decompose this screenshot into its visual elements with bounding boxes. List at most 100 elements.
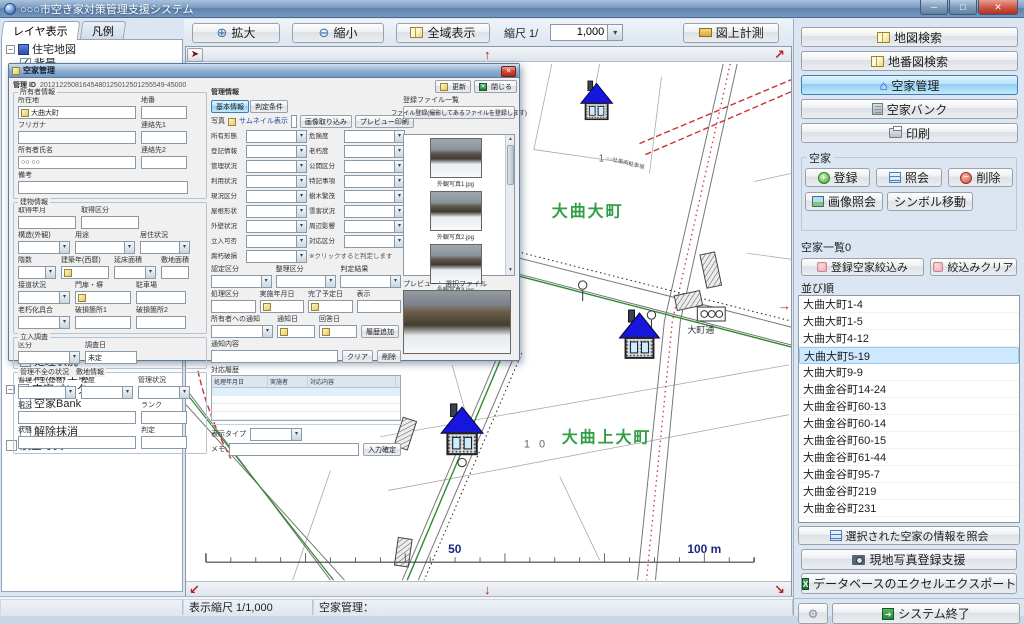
nav-空家バンク[interactable]: 空家バンク [801, 99, 1018, 119]
history-row[interactable] [212, 404, 400, 412]
dropdown-arrow-icon[interactable]: ▾ [296, 130, 307, 143]
field-input-建築年(西暦)[interactable] [61, 266, 109, 279]
field-select-区分[interactable]: ▾ [18, 351, 80, 364]
notice-body-input[interactable] [211, 350, 338, 363]
photo-preview[interactable] [403, 290, 511, 354]
zoom-in-button[interactable]: ⊕拡大 [192, 23, 280, 43]
pan-sw-arrow[interactable]: ↙ [189, 583, 200, 596]
pan-ne-arrow[interactable]: ↗ [774, 48, 785, 61]
dropdown-arrow-icon[interactable]: ▾ [296, 175, 307, 188]
notice-select[interactable]: ▾ [211, 325, 273, 338]
field-select-雪害状況[interactable]: ▾ [344, 205, 405, 218]
tab-レイヤ表示[interactable]: レイヤ表示 [1, 21, 80, 40]
dropdown-arrow-icon[interactable]: ▾ [296, 190, 307, 203]
thumbnail-link[interactable]: サムネイル表示 [239, 117, 288, 126]
list-item[interactable]: 大曲金谷町95-7 [799, 466, 1019, 483]
photo-support-button[interactable]: 現地写真登録支援 [801, 549, 1017, 570]
field-input-敷地面積[interactable] [161, 266, 189, 279]
update-button[interactable]: 更新 [435, 80, 471, 93]
photo-scrollbar[interactable]: ▲▼ [505, 135, 514, 275]
tree-item-住宅地図[interactable]: −住宅地図 [2, 42, 182, 56]
dropdown-arrow-icon[interactable]: ▾ [296, 235, 307, 248]
dialog-tab-基本情報[interactable]: 基本情報 [211, 100, 249, 113]
list-item[interactable]: 大曲金谷町14-24 [799, 381, 1019, 398]
list-item[interactable]: 大曲金谷町219 [799, 483, 1019, 500]
history-table[interactable]: 処理年月日実施者対応内容 [211, 375, 401, 421]
excel-export-button[interactable]: Xデータベースのエクセルエクスポート [801, 573, 1017, 594]
field-input-所在地[interactable]: 大曲大町 [18, 106, 136, 119]
field-input-実施年月日[interactable] [260, 300, 305, 313]
history-add-button[interactable]: 履歴追加 [361, 325, 399, 338]
dropdown-arrow-icon[interactable]: ▾ [45, 266, 56, 279]
field-input-門扉・塀[interactable] [75, 291, 131, 304]
photo-thumbnail[interactable] [430, 191, 482, 231]
photo-thumbnail[interactable] [430, 138, 482, 178]
field-select-判定結果[interactable]: ▾ [340, 275, 401, 288]
history-row[interactable] [212, 412, 400, 420]
field-select-老朽度[interactable]: ▾ [344, 145, 405, 158]
field-select-対応区分[interactable]: ▾ [344, 235, 405, 248]
pan-up-arrow[interactable]: ↑ [484, 48, 491, 61]
field-input-地番[interactable] [141, 106, 187, 119]
field-input-状態[interactable] [18, 436, 136, 449]
settings-button[interactable]: ⚙ [798, 603, 828, 624]
field-select-用途[interactable]: ▾ [75, 241, 135, 254]
field-select-所有形態[interactable]: ▾ [246, 130, 307, 143]
action-登録[interactable]: +登録 [805, 168, 870, 187]
field-select-周辺影響[interactable]: ▾ [344, 220, 405, 233]
field-select-整理区分[interactable]: ▾ [276, 275, 337, 288]
action-シンボル移動[interactable]: シンボル移動 [887, 192, 973, 211]
measure-button[interactable]: 図上計測 [683, 23, 779, 43]
scroll-up-icon[interactable]: ▲ [506, 135, 515, 144]
field-select-利用状況[interactable]: ▾ [246, 175, 307, 188]
list-item[interactable]: 大曲大町9-9 [799, 364, 1019, 381]
field-select-特記事項[interactable]: ▾ [344, 175, 405, 188]
select-tool-button[interactable]: ➤ [187, 48, 203, 62]
reply-date-input[interactable] [319, 325, 357, 338]
memo-confirm-button[interactable]: 入力確定 [363, 443, 401, 456]
full-extent-button[interactable]: 全域表示 [396, 23, 490, 43]
dropdown-arrow-icon[interactable]: ▾ [296, 220, 307, 233]
exit-button[interactable]: ➔システム終了 [832, 603, 1020, 624]
pan-down-arrow[interactable]: ↓ [484, 583, 491, 596]
list-item[interactable]: 大曲大町5-19 [799, 347, 1019, 364]
field-select-階数[interactable]: ▾ [18, 266, 56, 279]
action-照会[interactable]: 照会 [876, 168, 941, 187]
dropdown-arrow-icon[interactable]: ▾ [124, 241, 135, 254]
list-item[interactable]: 大曲大町1-5 [799, 313, 1019, 330]
photo-import-button[interactable]: 画像取り込み [300, 115, 352, 128]
file-register-button[interactable]: ファイル登録(撮影してあるファイルを登録します) [403, 106, 515, 119]
field-input-取得年月[interactable] [18, 216, 76, 229]
dropdown-arrow-icon[interactable]: ▾ [59, 241, 70, 254]
field-select-屋根形状[interactable]: ▾ [246, 205, 307, 218]
dialog-close-button[interactable]: ✕ [501, 66, 516, 77]
dropdown-arrow-icon[interactable]: ▾ [296, 145, 307, 158]
zoom-out-button[interactable]: ⊖縮小 [292, 23, 384, 43]
clear-button[interactable]: クリア [342, 350, 373, 363]
list-item[interactable]: 大曲大町1-4 [799, 296, 1019, 313]
dropdown-arrow-icon[interactable]: ▾ [59, 291, 70, 304]
tree-expander-icon[interactable]: − [6, 45, 15, 54]
filter-clear-button[interactable]: 絞込みクリア [930, 258, 1017, 276]
nav-印刷[interactable]: 印刷 [801, 123, 1018, 143]
field-input-現況[interactable] [18, 411, 136, 424]
field-input-取得区分[interactable] [81, 216, 139, 229]
memo-type-select[interactable]: ▾ [250, 428, 302, 441]
scale-combo[interactable]: 1,000 ▾ [550, 24, 623, 41]
list-item[interactable]: 大曲大町4-12 [799, 330, 1019, 347]
field-input-連絡先2[interactable] [141, 156, 187, 169]
field-input-連絡先1[interactable] [141, 131, 187, 144]
field-input-破損箇所1[interactable] [75, 316, 131, 329]
dropdown-arrow-icon[interactable]: ▾ [261, 275, 272, 288]
nav-地番図検索[interactable]: 地番図検索 [801, 51, 1018, 71]
minimize-button[interactable]: ─ [920, 0, 948, 15]
field-select-樹木繁茂[interactable]: ▾ [344, 190, 405, 203]
close-button[interactable]: ✕ [978, 0, 1018, 15]
field-select-腐朽破損[interactable]: ▾ [246, 250, 307, 263]
field-select-管理状況[interactable]: ▾ [138, 386, 190, 399]
photo-thumbnail[interactable] [430, 244, 482, 284]
dialog-tab-判定条件[interactable]: 判定条件 [250, 100, 288, 113]
field-input-ランク[interactable] [141, 411, 187, 424]
vacant-house-list[interactable]: 大曲大町1-4大曲大町1-5大曲大町4-12大曲大町5-19大曲大町9-9大曲金… [798, 295, 1020, 523]
dialog-title-bar[interactable]: 空家管理 ✕ [9, 64, 519, 78]
